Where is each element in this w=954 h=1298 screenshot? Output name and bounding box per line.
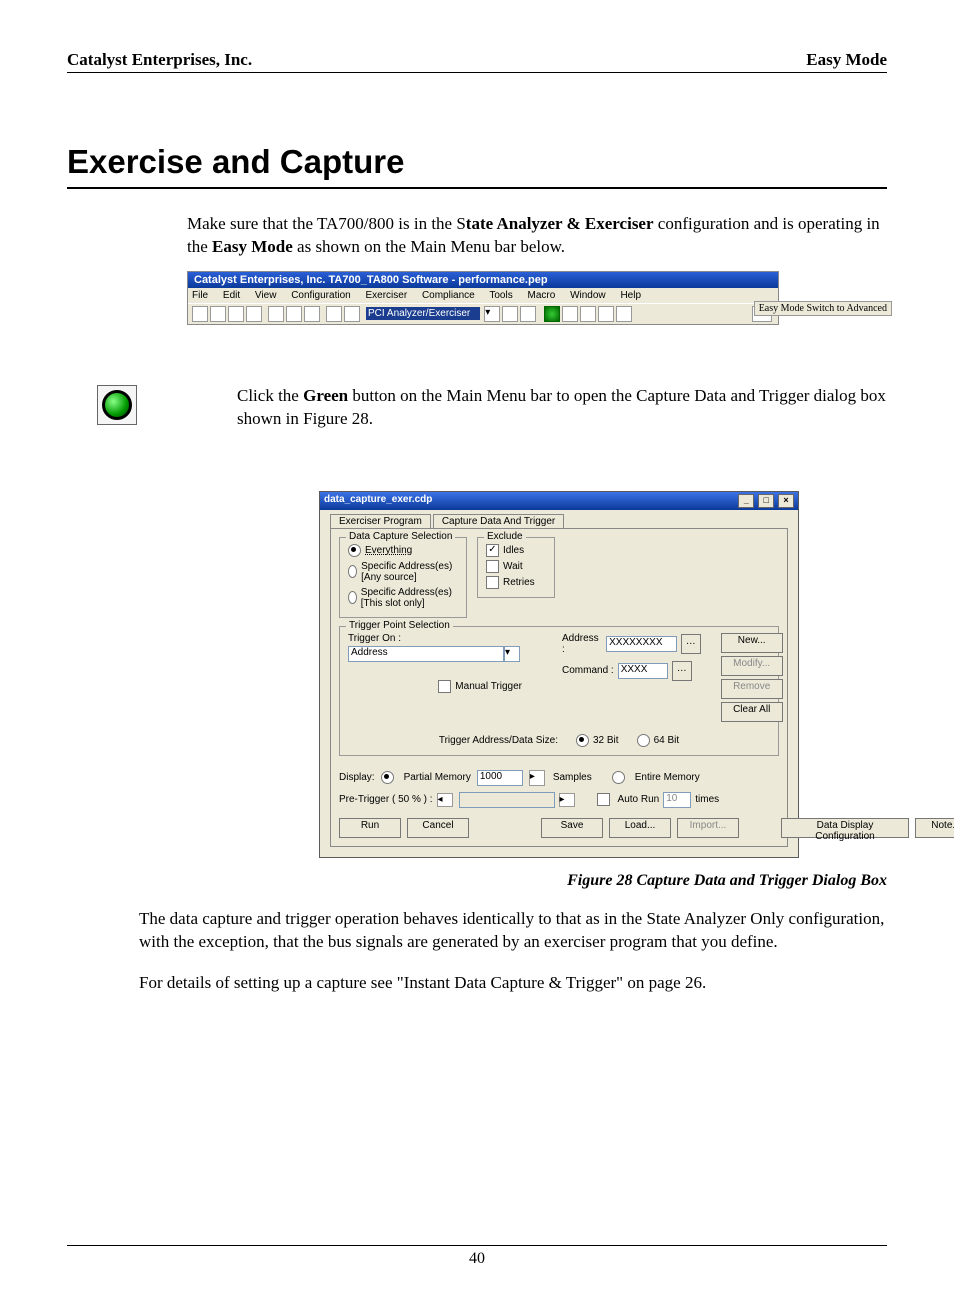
group-exclude: Exclude (484, 531, 526, 542)
clear-all-button[interactable]: Clear All (721, 702, 783, 722)
menu-view[interactable]: View (255, 290, 277, 301)
page-number: 40 (469, 1250, 485, 1267)
cancel-button[interactable]: Cancel (407, 818, 469, 838)
check-wait[interactable] (486, 560, 499, 573)
menu-bar[interactable]: File Edit View Configuration Exerciser C… (188, 288, 778, 303)
figure-caption: Figure 28 Capture Data and Trigger Dialo… (67, 872, 887, 890)
save-icon[interactable] (210, 306, 226, 322)
print-icon[interactable] (246, 306, 262, 322)
new-button[interactable]: New... (721, 633, 783, 653)
header-left: Catalyst Enterprises, Inc. (67, 50, 252, 70)
pretrig-left-icon[interactable]: ◂ (437, 793, 453, 807)
save-button[interactable]: Save (541, 818, 603, 838)
radio-everything[interactable] (348, 544, 361, 557)
menu-configuration[interactable]: Configuration (291, 290, 350, 301)
check-manual-trigger[interactable] (438, 680, 451, 693)
dialog-title: data_capture_exer.cdp (324, 494, 432, 508)
group-data-capture: Data Capture Selection (346, 531, 455, 542)
copy-icon[interactable] (286, 306, 302, 322)
partial-memory-input[interactable]: 1000 (477, 770, 523, 786)
chevron-down-icon[interactable]: ▾ (504, 646, 520, 662)
menu-window[interactable]: Window (570, 290, 606, 301)
radio-entire-memory[interactable] (612, 771, 625, 784)
remove-button[interactable]: Remove (721, 679, 783, 699)
context-help-icon[interactable] (520, 306, 536, 322)
tab-exerciser-program[interactable]: Exerciser Program (330, 514, 431, 528)
command-browse[interactable]: … (672, 661, 692, 681)
command-input[interactable]: XXXX (618, 663, 668, 679)
group-trigger: Trigger Point Selection (346, 620, 453, 631)
run-button[interactable]: Run (339, 818, 401, 838)
main-menu-screenshot: Catalyst Enterprises, Inc. TA700_TA800 S… (67, 271, 887, 325)
close-icon[interactable]: × (778, 494, 794, 508)
autorun-input[interactable]: 10 (663, 792, 691, 808)
green-button-illustration (97, 385, 137, 425)
pretrig-right-icon[interactable]: ▸ (559, 793, 575, 807)
zoom-icon[interactable] (562, 306, 578, 322)
address-browse[interactable]: … (681, 634, 701, 654)
menu-tools[interactable]: Tools (489, 290, 512, 301)
green-button-paragraph: Click the Green button on the Main Menu … (237, 385, 887, 431)
check-autorun[interactable] (597, 793, 610, 806)
header-right: Easy Mode (806, 50, 887, 70)
green-dot-icon (102, 390, 132, 420)
paragraph-4: For details of setting up a capture see … (139, 972, 887, 995)
radio-32bit[interactable] (576, 734, 589, 747)
paste-icon[interactable] (304, 306, 320, 322)
toolbar: PCI Analyzer/Exerciser ▾ (188, 303, 778, 324)
capture-trigger-dialog: data_capture_exer.cdp _ □ × Exerciser Pr… (319, 491, 799, 858)
chart1-icon[interactable] (580, 306, 596, 322)
import-button[interactable]: Import... (677, 818, 739, 838)
section-title: Exercise and Capture (67, 143, 887, 189)
intro-paragraph: Make sure that the TA700/800 is in the S… (187, 213, 887, 259)
radio-partial-memory[interactable] (381, 771, 394, 784)
window-titlebar: Catalyst Enterprises, Inc. TA700_TA800 S… (188, 272, 778, 288)
mode-switch-label[interactable]: Easy Mode Switch to Advanced (754, 301, 892, 316)
tab-capture-data[interactable]: Capture Data And Trigger (433, 514, 564, 528)
radio-64bit[interactable] (637, 734, 650, 747)
cut-icon[interactable] (268, 306, 284, 322)
help-icon[interactable] (502, 306, 518, 322)
menu-compliance[interactable]: Compliance (422, 290, 475, 301)
menu-file[interactable]: File (192, 290, 208, 301)
floppy-icon[interactable] (228, 306, 244, 322)
page-footer: 40 (67, 1245, 887, 1268)
open-icon[interactable] (192, 306, 208, 322)
data-display-config-button[interactable]: Data Display Configuration (781, 818, 909, 838)
address-input[interactable]: XXXXXXXX (606, 636, 677, 652)
check-retries[interactable] (486, 576, 499, 589)
check-idles[interactable]: ✓ (486, 544, 499, 557)
stop-icon[interactable] (326, 306, 342, 322)
modify-button[interactable]: Modify... (721, 656, 783, 676)
maximize-icon[interactable]: □ (758, 494, 774, 508)
load-button[interactable]: Load... (609, 818, 671, 838)
pretrig-slider[interactable] (459, 792, 555, 808)
trigger-on-select[interactable]: Address (348, 646, 504, 662)
dropdown-arrow-icon[interactable]: ▾ (484, 306, 500, 322)
radio-specific-any[interactable] (348, 565, 357, 578)
grid-icon[interactable] (344, 306, 360, 322)
chart3-icon[interactable] (616, 306, 632, 322)
chart2-icon[interactable] (598, 306, 614, 322)
minimize-icon[interactable]: _ (738, 494, 754, 508)
mode-dropdown[interactable]: PCI Analyzer/Exerciser (366, 307, 480, 320)
menu-exerciser[interactable]: Exerciser (365, 290, 407, 301)
menu-macro[interactable]: Macro (528, 290, 556, 301)
spinner-icon[interactable]: ▸ (529, 770, 545, 786)
green-run-icon[interactable] (544, 306, 560, 322)
page-header: Catalyst Enterprises, Inc. Easy Mode (67, 50, 887, 73)
radio-specific-slot[interactable] (348, 591, 357, 604)
paragraph-3: The data capture and trigger operation b… (139, 908, 887, 954)
note-button[interactable]: Note... (915, 818, 954, 838)
menu-edit[interactable]: Edit (223, 290, 240, 301)
menu-help[interactable]: Help (620, 290, 641, 301)
